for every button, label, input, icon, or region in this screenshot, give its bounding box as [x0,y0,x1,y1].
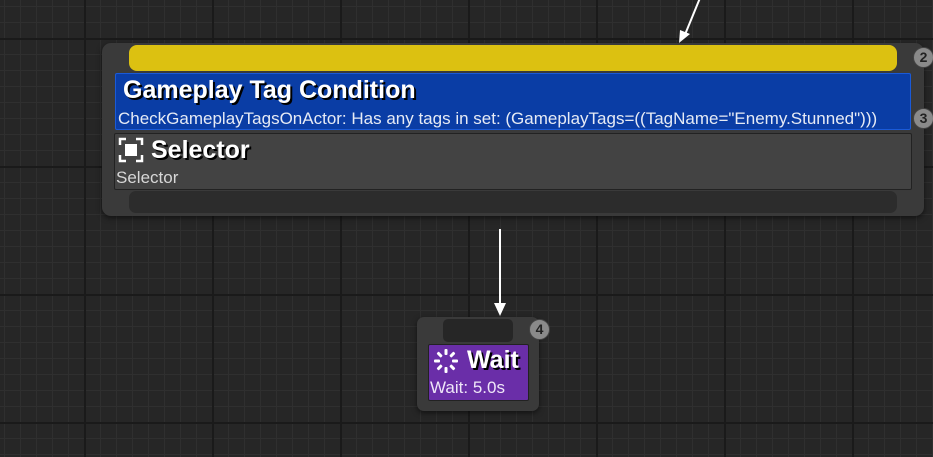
selector-node[interactable]: Gameplay Tag Condition CheckGameplayTags… [102,43,933,216]
decorator-title: Gameplay Tag Condition [123,76,416,104]
selector-output-pin[interactable] [129,191,897,213]
gameplay-tag-condition-decorator[interactable]: Gameplay Tag Condition CheckGameplayTags… [115,73,911,130]
selector-execution-order-badge: 2 [913,47,933,68]
wire-selector-to-wait [494,229,506,316]
wait-description: Wait: 5.0s [430,378,505,397]
selector-composite[interactable]: Selector Selector [114,133,912,190]
wait-input-pin[interactable] [443,319,513,342]
wait-title: Wait [467,346,519,374]
selector-description: Selector [116,168,179,187]
wait-icon [434,349,458,373]
wait-node[interactable]: Wait Wait: 5.0s 4 [417,317,550,411]
selector-input-pin[interactable] [129,45,897,71]
selector-title: Selector [151,136,250,164]
decorator-execution-order-badge: 3 [913,108,933,129]
wire-from-parent [679,0,701,43]
wait-task[interactable]: Wait Wait: 5.0s [428,344,529,401]
decorator-description: CheckGameplayTagsOnActor: Has any tags i… [118,109,878,128]
selector-icon [118,137,144,163]
behavior-tree-graph[interactable]: { "colors": { "graph_background": "#2626… [0,0,933,457]
wait-execution-order-badge: 4 [529,319,550,340]
